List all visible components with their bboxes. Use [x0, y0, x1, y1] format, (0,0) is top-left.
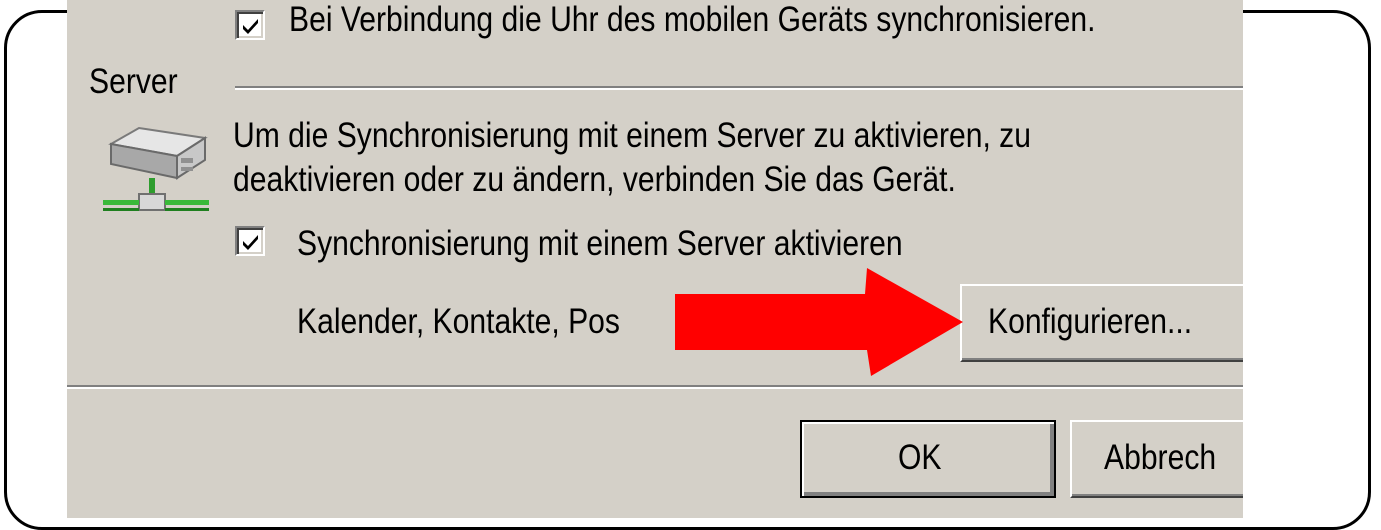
ok-button[interactable]: OK — [800, 420, 1056, 498]
network-server-icon — [103, 122, 215, 222]
ok-button-label: OK — [898, 438, 942, 477]
cancel-button-label: Abbrech — [1104, 438, 1217, 477]
sync-clock-label: Bei Verbindung die Uhr des mobilen Gerät… — [289, 0, 1096, 39]
checkmark-icon — [243, 235, 258, 250]
sync-items-text: Kalender, Kontakte, Pos — [297, 302, 620, 341]
enable-server-sync-label: Synchronisierung mit einem Server aktivi… — [297, 224, 903, 263]
server-description-line2: deaktivieren oder zu ändern, verbinden S… — [233, 160, 956, 199]
checkmark-icon — [243, 19, 258, 34]
enable-server-sync-checkbox[interactable] — [235, 226, 265, 256]
red-arrow-annotation — [675, 268, 970, 378]
configure-button[interactable]: Konfigurieren... — [960, 284, 1243, 362]
server-section-label: Server — [89, 62, 178, 101]
server-description-line1: Um die Synchronisierung mit einem Server… — [233, 116, 1031, 155]
cancel-button[interactable]: Abbrech — [1070, 420, 1243, 498]
sync-clock-checkbox[interactable] — [235, 10, 265, 40]
configure-button-label: Konfigurieren... — [988, 302, 1193, 341]
dialog-panel: Bei Verbindung die Uhr des mobilen Gerät… — [67, 0, 1243, 518]
